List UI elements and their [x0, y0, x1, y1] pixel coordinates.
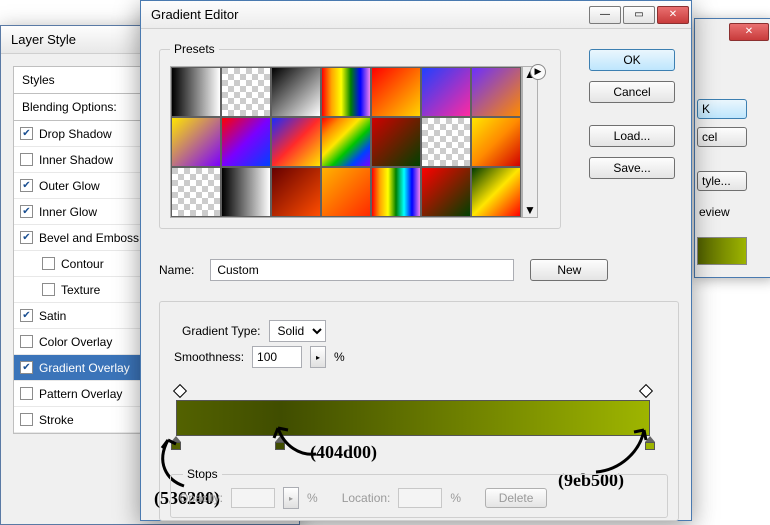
style-checkbox[interactable] — [20, 387, 33, 400]
name-input[interactable] — [210, 259, 514, 281]
color-stop[interactable] — [170, 436, 182, 450]
ok-button[interactable]: OK — [589, 49, 675, 71]
style-row-label: Satin — [39, 309, 66, 323]
preset-swatch[interactable] — [171, 167, 221, 217]
smoothness-stepper[interactable]: ▸ — [310, 346, 326, 368]
preset-swatch[interactable] — [171, 67, 221, 117]
maximize-icon[interactable]: ▭ — [623, 6, 655, 24]
style-checkbox[interactable] — [20, 335, 33, 348]
preset-swatch[interactable] — [371, 67, 421, 117]
preview-label-rear: eview — [699, 205, 730, 219]
preset-swatch[interactable] — [271, 117, 321, 167]
percent-label: % — [334, 350, 345, 364]
gradient-editor-title: Gradient Editor — [151, 7, 238, 22]
opacity-stop-left[interactable] — [174, 386, 186, 398]
close-icon[interactable]: ✕ — [657, 6, 689, 24]
smoothness-label: Smoothness: — [174, 350, 244, 364]
color-stop[interactable] — [644, 436, 656, 450]
style-row-label: Color Overlay — [39, 335, 112, 349]
gradient-bar[interactable] — [176, 400, 650, 436]
style-checkbox[interactable] — [20, 309, 33, 322]
opacity-stop-right[interactable] — [640, 386, 652, 398]
gradient-settings-fieldset: Gradient Type: Solid Smoothness: ▸ % (53… — [159, 301, 679, 521]
preset-swatch[interactable] — [221, 167, 271, 217]
gradient-type-label: Gradient Type: — [182, 324, 261, 338]
percent-label-2: % — [307, 491, 318, 505]
color-stop[interactable] — [274, 436, 286, 450]
style-checkbox[interactable] — [20, 361, 33, 374]
preset-swatch[interactable] — [271, 67, 321, 117]
location-label: Location: — [342, 491, 391, 505]
preset-swatch[interactable] — [271, 167, 321, 217]
name-label: Name: — [159, 263, 194, 277]
preset-swatch[interactable] — [471, 167, 521, 217]
preset-swatch[interactable] — [421, 117, 471, 167]
cancel-button[interactable]: Cancel — [589, 81, 675, 103]
style-row-label: Gradient Overlay — [39, 361, 130, 375]
preset-swatch[interactable] — [171, 117, 221, 167]
preset-swatch[interactable] — [471, 117, 521, 167]
style-checkbox[interactable] — [20, 413, 33, 426]
preset-swatch[interactable] — [371, 167, 421, 217]
save-button[interactable]: Save... — [589, 157, 675, 179]
opacity-label: Opacity: — [179, 491, 223, 505]
style-checkbox[interactable] — [20, 179, 33, 192]
preview-swatch-rear — [697, 237, 747, 265]
percent-label-3: % — [450, 491, 461, 505]
preset-swatch[interactable] — [321, 117, 371, 167]
gradient-type-select[interactable]: Solid — [269, 320, 326, 342]
style-checkbox[interactable] — [20, 127, 33, 140]
style-checkbox[interactable] — [42, 257, 55, 270]
ok-button-rear[interactable]: K — [697, 99, 747, 119]
rear-window: ✕ K cel tyle... eview — [694, 18, 770, 278]
minimize-icon[interactable]: — — [589, 6, 621, 24]
preset-swatch[interactable] — [221, 117, 271, 167]
style-row-label: Bevel and Emboss — [39, 231, 139, 245]
style-row-label: Stroke — [39, 413, 74, 427]
presets-fieldset: Presets ▶ ▲▼ — [159, 49, 561, 229]
style-row-label: Contour — [61, 257, 104, 271]
preset-swatch[interactable] — [421, 67, 471, 117]
stops-legend: Stops — [183, 467, 222, 481]
preset-swatch[interactable] — [471, 67, 521, 117]
stops-fieldset: Stops Opacity: ▸ % Location: % Delete — [170, 474, 668, 518]
presets-legend: Presets — [170, 42, 219, 56]
style-checkbox[interactable] — [20, 205, 33, 218]
delete-button: Delete — [485, 488, 547, 508]
location-input — [398, 488, 442, 508]
presets-menu-icon[interactable]: ▶ — [530, 64, 546, 80]
style-row-label: Inner Glow — [39, 205, 97, 219]
opacity-stepper: ▸ — [283, 487, 299, 509]
close-icon[interactable]: ✕ — [729, 23, 769, 41]
opacity-input — [231, 488, 275, 508]
preset-swatch[interactable] — [321, 167, 371, 217]
presets-scrollbar[interactable]: ▲▼ — [522, 66, 538, 218]
newstyle-button-rear[interactable]: tyle... — [697, 171, 747, 191]
preset-swatch[interactable] — [371, 117, 421, 167]
preset-swatch[interactable] — [221, 67, 271, 117]
style-checkbox[interactable] — [42, 283, 55, 296]
preset-swatch[interactable] — [421, 167, 471, 217]
gradient-editor-window: Gradient Editor — ▭ ✕ OK Cancel Load... … — [140, 0, 692, 521]
preset-swatch[interactable] — [321, 67, 371, 117]
style-row-label: Outer Glow — [39, 179, 100, 193]
style-row-label: Pattern Overlay — [39, 387, 122, 401]
presets-grid — [170, 66, 522, 218]
gradient-bar-area — [174, 386, 664, 456]
new-button[interactable]: New — [530, 259, 608, 281]
style-checkbox[interactable] — [20, 231, 33, 244]
style-checkbox[interactable] — [20, 153, 33, 166]
smoothness-input[interactable] — [252, 346, 302, 368]
style-row-label: Inner Shadow — [39, 153, 113, 167]
style-row-label: Drop Shadow — [39, 127, 112, 141]
style-row-label: Texture — [61, 283, 100, 297]
cancel-button-rear[interactable]: cel — [697, 127, 747, 147]
load-button[interactable]: Load... — [589, 125, 675, 147]
